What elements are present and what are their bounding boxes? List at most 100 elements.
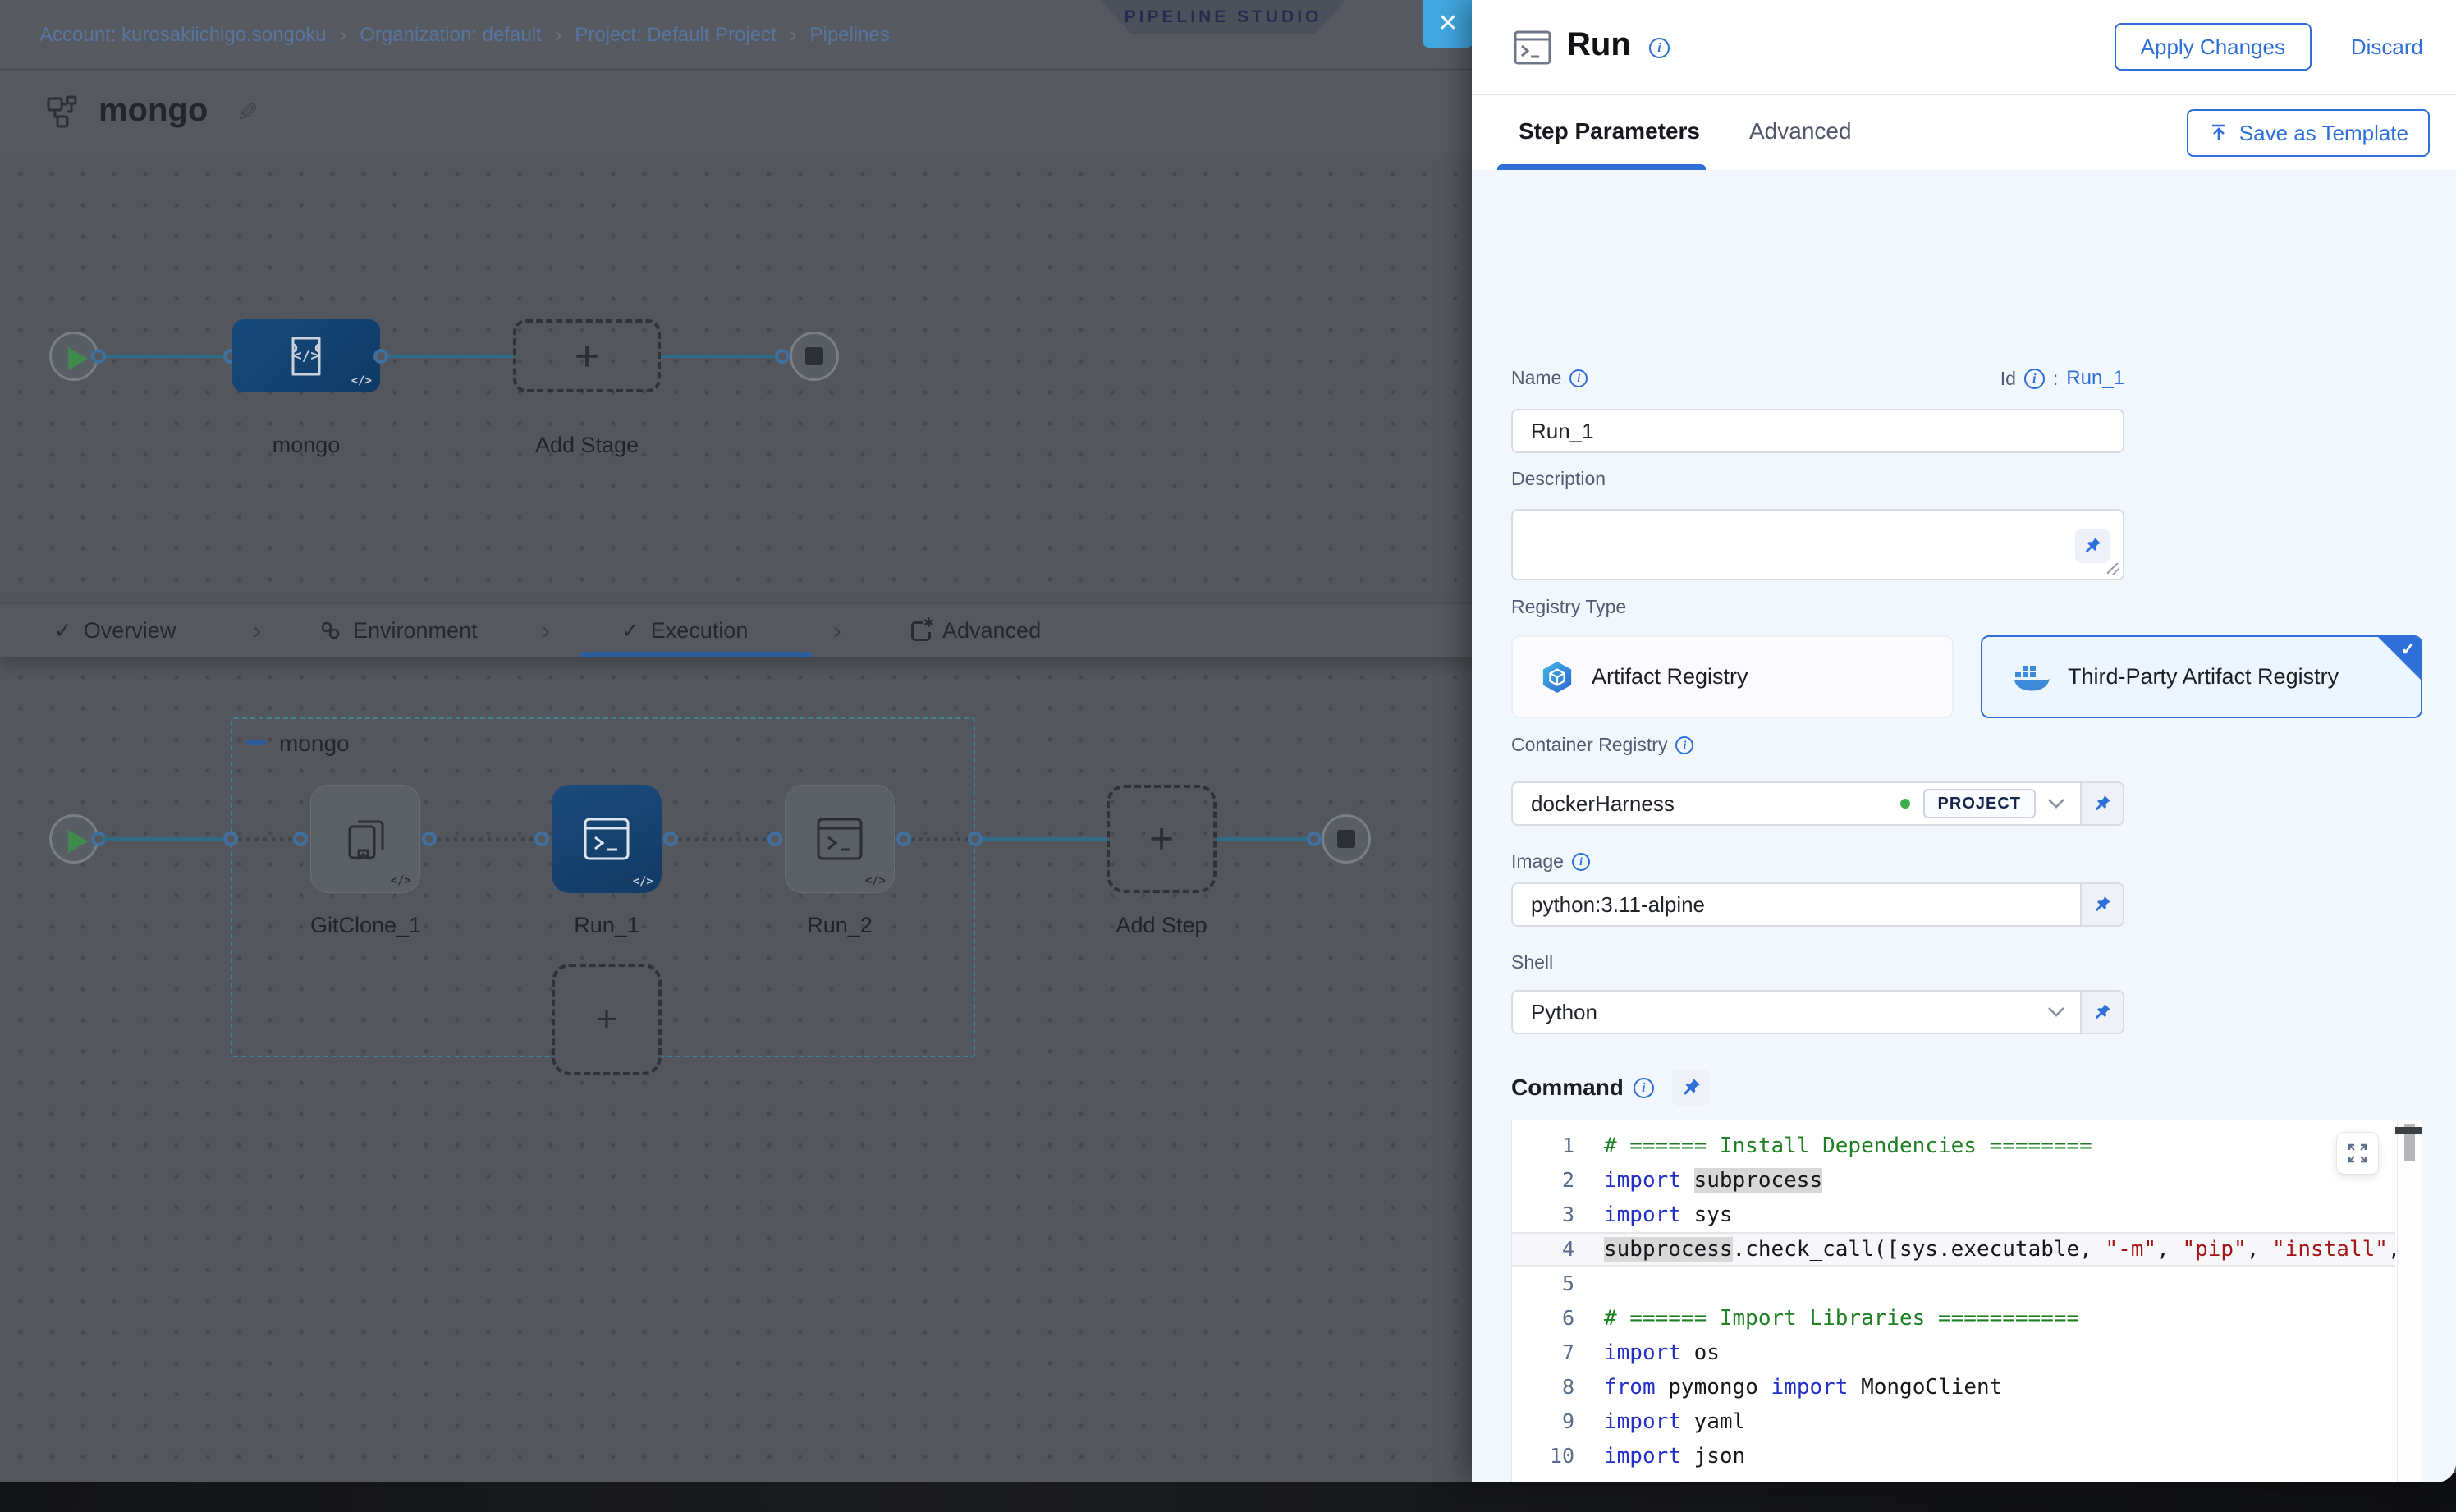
name-label: Namei	[1511, 367, 1588, 389]
tab-advanced[interactable]: Advanced	[1749, 96, 1852, 170]
info-icon[interactable]: i	[2024, 369, 2045, 389]
pipeline-studio-region: Account: kurosakiichigo.songoku › Organi…	[0, 0, 1472, 1482]
add-step-label: Add Step	[1107, 913, 1217, 938]
container-registry-label: Container Registryi	[1511, 734, 1693, 756]
panel-tabs: Step Parameters Advanced Save as Templat…	[1472, 96, 2456, 170]
edit-pipeline-icon[interactable]: ✎	[236, 97, 259, 128]
screen: Account: kurosakiichigo.songoku › Organi…	[0, 0, 2456, 1512]
apply-changes-button[interactable]: Apply Changes	[2115, 23, 2312, 71]
registry-option-third-party[interactable]: Third-Party Artifact Registry ✓	[1981, 635, 2422, 718]
container-registry-input[interactable]: dockerHarness PROJECT	[1511, 781, 2124, 826]
step-node-run-2[interactable]: </>	[785, 785, 895, 893]
info-icon[interactable]: i	[1569, 369, 1588, 387]
chevron-down-icon[interactable]	[2047, 1006, 2065, 1018]
connector-line	[1217, 837, 1314, 841]
code-line: 8from pymongo import MongoClient	[1512, 1370, 2395, 1404]
shell-label: Shell	[1511, 951, 1553, 974]
collapse-group-icon[interactable]	[246, 740, 266, 745]
step-label: Run_1	[552, 913, 662, 938]
breadcrumb-project[interactable]: Project: Default Project	[575, 24, 776, 47]
selected-check-icon: ✓	[2401, 639, 2416, 660]
stage-tabs-bar: ✓ Overview › Environment › ✓ Execution ›	[0, 603, 1472, 657]
code-line: 4subprocess.check_call([sys.executable, …	[1512, 1232, 2395, 1267]
connector-line-dashed	[678, 837, 775, 841]
connector-dot	[968, 832, 983, 846]
connector-line	[661, 355, 782, 358]
breadcrumb-organization[interactable]: Organization: default	[360, 24, 541, 47]
stage-type-icon: </>	[293, 347, 320, 364]
id-label: Id	[2000, 368, 2016, 390]
resize-handle[interactable]	[2107, 563, 2119, 575]
tab-environment[interactable]: Environment	[318, 604, 478, 657]
breadcrumb-pipelines[interactable]: Pipelines	[809, 24, 889, 47]
image-input[interactable]: python:3.11-alpine	[1511, 882, 2124, 927]
fullscreen-icon	[2347, 1143, 2368, 1164]
editor-scrollbar[interactable]	[2397, 1120, 2422, 1482]
stage-label: mongo	[232, 433, 380, 458]
pin-runtime-input-icon[interactable]	[2080, 884, 2123, 925]
add-step-button[interactable]: +	[1107, 785, 1217, 893]
tab-execution[interactable]: ✓ Execution	[621, 604, 748, 657]
add-parallel-step-button[interactable]: +	[552, 964, 662, 1075]
info-icon[interactable]: i	[1649, 38, 1670, 58]
registry-option-artifact-registry[interactable]: Artifact Registry	[1511, 635, 1954, 718]
step-label: GitClone_1	[310, 913, 420, 938]
scrollbar-dark-thumb[interactable]	[2395, 1127, 2422, 1134]
pin-runtime-input-icon[interactable]	[1672, 1070, 1710, 1106]
connector-status-dot	[1900, 799, 1910, 809]
tab-separator: ›	[253, 617, 261, 645]
info-icon[interactable]: i	[1572, 853, 1590, 871]
stage-node-mongo[interactable]: </> </>	[232, 319, 380, 392]
description-textarea[interactable]	[1511, 509, 2124, 580]
info-icon[interactable]: i	[1634, 1078, 1654, 1098]
connector-dot	[663, 832, 678, 846]
registry-type-label: Registry Type	[1511, 596, 1626, 618]
tab-separator: ›	[542, 617, 550, 645]
step-node-run-1[interactable]: </>	[552, 785, 662, 893]
save-as-template-button[interactable]: Save as Template	[2187, 109, 2430, 157]
connector-dot	[422, 832, 437, 846]
connector-dot	[293, 832, 308, 846]
breadcrumb-account[interactable]: Account: kurosakiichigo.songoku	[39, 24, 327, 47]
step-node-gitclone-1[interactable]: </>	[310, 785, 420, 893]
code-line: 10import json	[1512, 1439, 2395, 1473]
code-line: 9import yaml	[1512, 1404, 2395, 1439]
shell-select[interactable]: Python	[1511, 990, 2124, 1034]
connector-dot	[223, 832, 238, 846]
tab-environment-label: Environment	[353, 618, 478, 644]
id-value-link[interactable]: Run_1	[2066, 367, 2124, 390]
discard-button[interactable]: Discard	[2351, 23, 2423, 71]
artifact-registry-icon	[1541, 660, 1574, 694]
plus-icon: +	[596, 1001, 617, 1038]
third-party-registry-label: Third-Party Artifact Registry	[2068, 664, 2339, 690]
add-stage-button[interactable]: +	[513, 319, 661, 392]
code-line: 5	[1512, 1267, 2395, 1301]
connector-line-dashed	[437, 837, 542, 841]
name-input[interactable]: Run_1	[1511, 409, 2124, 453]
expand-editor-button[interactable]	[2336, 1132, 2379, 1175]
connector-dot	[775, 349, 790, 364]
name-value: Run_1	[1513, 419, 2123, 444]
environment-icon	[318, 620, 341, 643]
connector-line	[388, 355, 513, 358]
tab-advanced[interactable]: Advanced	[911, 604, 1041, 657]
execution-end-node[interactable]	[1322, 814, 1371, 864]
info-icon[interactable]: i	[1675, 736, 1693, 754]
pin-runtime-input-icon[interactable]	[2080, 992, 2123, 1033]
breadcrumb-separator: ›	[790, 22, 797, 48]
pipeline-title-bar: mongo ✎ VISUAL YAML	[0, 71, 1472, 153]
connector-line	[103, 837, 231, 841]
pipeline-end-node[interactable]	[790, 332, 839, 381]
tab-overview[interactable]: ✓ Overview	[54, 604, 176, 657]
execution-canvas: mongo </>	[0, 657, 1472, 1482]
tab-step-parameters[interactable]: Step Parameters	[1519, 96, 1700, 170]
connector-line	[103, 355, 232, 358]
command-editor[interactable]: 1# ====== Install Dependencies ========2…	[1511, 1120, 2422, 1482]
pipeline-title: mongo	[99, 92, 208, 129]
run-step-icon	[1513, 30, 1552, 66]
close-panel-button[interactable]: ✕	[1423, 0, 1473, 48]
pin-runtime-input-icon[interactable]	[2080, 783, 2123, 824]
pin-runtime-input-icon[interactable]	[2075, 529, 2110, 563]
chevron-down-icon[interactable]	[2047, 798, 2065, 809]
connector-dot	[768, 832, 782, 846]
